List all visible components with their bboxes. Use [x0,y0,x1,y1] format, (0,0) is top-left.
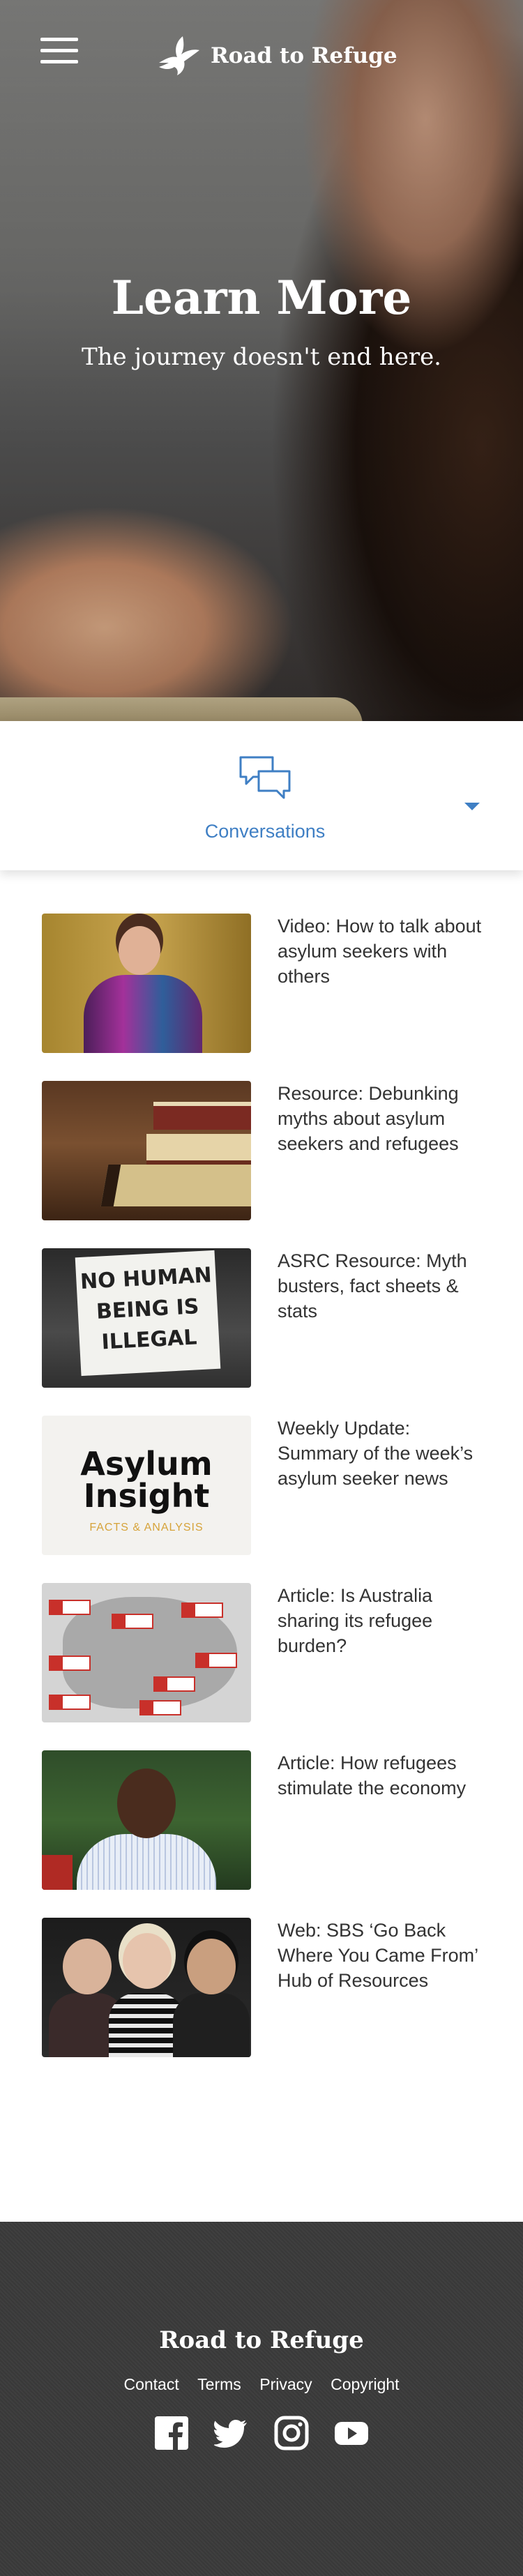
thumbnail-image [42,1750,251,1890]
page-subtitle: The journey doesn't end here. [81,343,441,371]
dove-icon [159,36,199,75]
thumbnail-image [42,1918,251,2057]
list-item-title: Web: SBS ‘Go Back Where You Came From’ H… [278,1920,478,1991]
page-title: Learn More [111,271,412,325]
protest-sign: NO HUMAN BEING IS ILLEGAL [75,1250,221,1377]
instagram-icon[interactable] [274,2416,309,2450]
hero-image-blanket [0,697,363,721]
facebook-icon[interactable] [154,2416,189,2450]
footer-link-terms[interactable]: Terms [197,2375,241,2393]
list-item[interactable]: Resource: Debunking myths about asylum s… [42,1081,488,1248]
twitter-icon[interactable] [214,2416,249,2450]
resource-list: Video: How to talk about asylum seekers … [42,914,488,2085]
tab-conversations[interactable]: Conversations [174,755,356,842]
list-item-title: Weekly Update: Summary of the week’s asy… [278,1418,473,1489]
list-item[interactable]: Web: SBS ‘Go Back Where You Came From’ H… [42,1918,488,2085]
asylum-insight-logo: Asylum Insight [80,1445,213,1515]
list-item-title: Article: Is Australia sharing its refuge… [278,1585,433,1656]
list-item-title: ASRC Resource: Myth busters, fact sheets… [278,1250,467,1321]
site-footer: Road to Refuge Contact Terms Privacy Cop… [0,2222,523,2576]
category-selector: Conversations [0,721,523,870]
social-links [0,2416,523,2450]
list-item-title: Resource: Debunking myths about asylum s… [278,1083,459,1154]
tab-label: Conversations [204,821,326,842]
youtube-icon[interactable] [334,2416,369,2450]
list-item[interactable]: Article: Is Australia sharing its refuge… [42,1583,488,1750]
brand-name: Road to Refuge [211,43,397,68]
list-item-title: Article: How refugees stimulate the econ… [278,1752,467,1798]
list-item-title: Video: How to talk about asylum seekers … [278,916,482,987]
thumbnail-image [42,914,251,1053]
footer-link-privacy[interactable]: Privacy [259,2375,312,2393]
list-item[interactable]: Video: How to talk about asylum seekers … [42,914,488,1081]
chat-bubbles-icon [239,756,291,799]
list-item[interactable]: Article: How refugees stimulate the econ… [42,1750,488,1918]
thumbnail-image [42,1583,251,1722]
list-item[interactable]: Asylum Insight FACTS & ANALYSIS Weekly U… [42,1416,488,1583]
thumbnail-image [42,1081,251,1220]
menu-bar [40,38,78,41]
menu-bar [40,49,78,52]
site-logo[interactable]: Road to Refuge [153,28,397,84]
hamburger-menu-button[interactable] [40,38,78,71]
thumbnail-image: NO HUMAN BEING IS ILLEGAL [42,1248,251,1388]
thumbnail-image: Asylum Insight FACTS & ANALYSIS [42,1416,251,1555]
chevron-down-icon[interactable] [460,798,484,815]
footer-brand: Road to Refuge [159,2326,364,2354]
footer-links: Contact Terms Privacy Copyright [0,2375,523,2394]
menu-bar [40,60,78,63]
footer-link-copyright[interactable]: Copyright [331,2375,399,2393]
footer-link-contact[interactable]: Contact [123,2375,179,2393]
list-item[interactable]: NO HUMAN BEING IS ILLEGAL ASRC Resource:… [42,1248,488,1416]
